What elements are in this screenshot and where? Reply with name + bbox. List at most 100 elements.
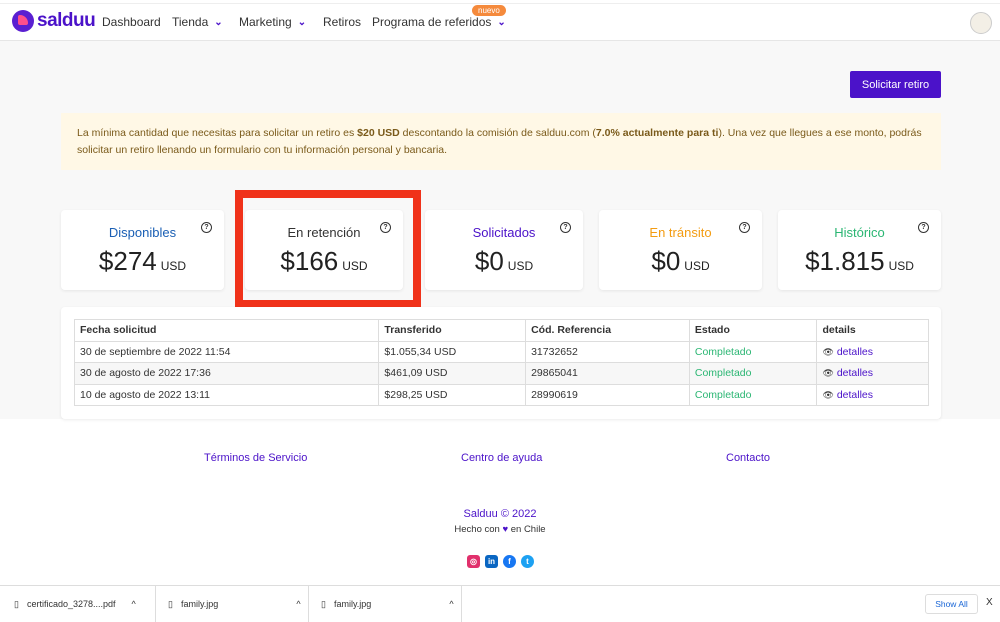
help-icon[interactable]: ? — [918, 222, 929, 233]
footer-contact-link[interactable]: Contacto — [726, 452, 770, 464]
alert-commission: 7.0% actualmente para ti — [595, 127, 719, 139]
chevron-up-icon[interactable]: ^ — [132, 599, 136, 609]
balance-card-disponibles: ? Disponibles $274 USD — [61, 210, 224, 290]
details-link[interactable]: detalles — [837, 367, 873, 379]
nav-referidos[interactable]: Programa de referidos ⌄ — [372, 15, 506, 29]
balance-card-historico: ? Histórico $1.815 USD — [778, 210, 941, 290]
nav-tienda[interactable]: Tienda ⌄ — [172, 15, 223, 29]
twitter-icon[interactable]: t — [521, 555, 534, 568]
download-item[interactable]: ▯ family.jpg ^ — [309, 586, 462, 622]
card-title: Disponibles — [108, 225, 177, 240]
nav-marketing[interactable]: Marketing ⌄ — [239, 15, 306, 29]
downloads-bar: ▯ certificado_3278....pdf ^ ▯ family.jpg ^ ▯… — [0, 585, 1000, 622]
footer-help-link[interactable]: Centro de ayuda — [461, 452, 542, 464]
status-cell: Completado — [688, 383, 818, 406]
column-header: Cód. Referencia — [525, 319, 690, 342]
column-header: details — [816, 319, 929, 342]
avatar[interactable] — [970, 12, 992, 34]
card-value: $0 USD — [425, 246, 583, 277]
highlight-box — [235, 190, 421, 308]
file-icon: ▯ — [321, 598, 326, 609]
column-header: Fecha solicitud — [73, 319, 380, 342]
table-row: 30 de septiembre de 2022 11:54 $1.055,34 … — [73, 340, 929, 363]
balance-card-en-transito: ? En tránsito $0 USD — [599, 210, 762, 290]
card-value: $0 USD — [599, 246, 762, 277]
card-value: $1.815 USD — [778, 246, 941, 277]
close-icon[interactable]: X — [986, 597, 993, 608]
eye-icon: 👁 — [822, 389, 834, 400]
heart-icon: ♥ — [502, 524, 509, 535]
nav-retiros[interactable]: Retiros — [323, 15, 361, 29]
table-cell: 10 de agosto de 2022 13:11 — [73, 383, 380, 406]
footer-terms-link[interactable]: Términos de Servicio — [204, 452, 307, 464]
chevron-down-icon: ⌄ — [214, 16, 223, 28]
help-icon[interactable]: ? — [201, 222, 212, 233]
brand-name: salduu — [37, 10, 96, 31]
chevron-down-icon: ⌄ — [497, 16, 506, 28]
help-icon[interactable]: ? — [739, 222, 750, 233]
salduu-logo[interactable]: salduu — [12, 10, 96, 32]
file-icon: ▯ — [168, 598, 173, 609]
chevron-up-icon[interactable]: ^ — [296, 599, 300, 609]
nav-label: Tienda — [172, 15, 209, 29]
nav-dashboard[interactable]: Dashboard — [102, 15, 161, 29]
amount: $274 — [98, 246, 157, 276]
made-post: en Chile — [510, 524, 546, 535]
request-withdrawal-button[interactable]: Solicitar retiro — [850, 71, 941, 98]
table-cell: $1.055,34 USD — [378, 340, 527, 363]
card-title: Histórico — [834, 225, 885, 240]
nav-label: Programa de referidos — [372, 15, 492, 29]
status-cell: Completado — [688, 362, 818, 385]
linkedin-icon[interactable]: in — [485, 555, 498, 568]
file-icon: ▯ — [14, 598, 19, 609]
column-header: Transferido — [378, 319, 527, 342]
made-in-chile: Hecho con ♥ en Chile — [0, 524, 1000, 535]
facebook-icon[interactable]: f — [503, 555, 516, 568]
rocket-icon — [12, 10, 34, 32]
nav-label: Marketing — [239, 15, 292, 29]
status-cell: Completado — [688, 340, 818, 363]
alert-min-amount: $20 USD — [357, 127, 400, 139]
table-cell: 30 de septiembre de 2022 11:54 — [73, 340, 380, 363]
alert-text: La mínima cantidad que necesitas para so… — [77, 127, 358, 139]
help-icon[interactable]: ? — [560, 222, 571, 233]
details-cell: 👁 detalles — [816, 362, 929, 385]
table-cell: $298,25 USD — [378, 383, 527, 406]
download-item[interactable]: ▯ family.jpg ^ — [156, 586, 309, 622]
table-cell: 30 de agosto de 2022 17:36 — [73, 362, 380, 385]
withdrawals-table: Fecha solicitud Transferido Cód. Referenci… — [73, 319, 929, 406]
currency: USD — [507, 259, 534, 273]
top-nav: salduu Dashboard Tienda ⌄ Marketing ⌄ Reti… — [0, 3, 1000, 41]
card-value: $274 USD — [61, 246, 224, 277]
currency: USD — [684, 259, 710, 273]
table-row: 10 de agosto de 2022 13:11 $298,25 USD 289… — [73, 383, 929, 406]
table-cell: $461,09 USD — [378, 362, 527, 385]
made-pre: Hecho con — [454, 524, 500, 535]
copyright: Salduu © 2022 — [463, 508, 537, 520]
new-badge: nuevo — [472, 5, 506, 16]
amount: $0 — [651, 246, 681, 276]
currency: USD — [888, 259, 914, 273]
eye-icon: 👁 — [822, 346, 834, 357]
info-alert: La mínima cantidad que necesitas para so… — [61, 113, 941, 170]
withdrawals-table-card: Fecha solicitud Transferido Cód. Referenci… — [61, 307, 941, 419]
column-header: Estado — [688, 319, 818, 342]
nav-label: Dashboard — [102, 15, 161, 29]
chevron-up-icon[interactable]: ^ — [449, 599, 453, 609]
table-cell: 28990619 — [525, 383, 690, 406]
download-item[interactable]: ▯ certificado_3278....pdf ^ — [0, 586, 156, 622]
table-cell: 29865041 — [525, 362, 690, 385]
balance-card-solicitados: ? Solicitados $0 USD — [425, 210, 583, 290]
instagram-icon[interactable]: ◎ — [467, 555, 480, 568]
amount: $0 — [474, 246, 504, 276]
download-filename: family.jpg — [333, 599, 372, 609]
table-cell: 31732652 — [525, 340, 690, 363]
details-cell: 👁 detalles — [816, 340, 929, 363]
details-link[interactable]: detalles — [837, 389, 873, 401]
eye-icon: 👁 — [822, 368, 834, 379]
details-link[interactable]: detalles — [837, 346, 873, 358]
details-cell: 👁 detalles — [816, 383, 929, 406]
download-filename: family.jpg — [180, 599, 219, 609]
amount: $1.815 — [805, 246, 885, 276]
show-all-button[interactable]: Show All — [925, 594, 978, 614]
